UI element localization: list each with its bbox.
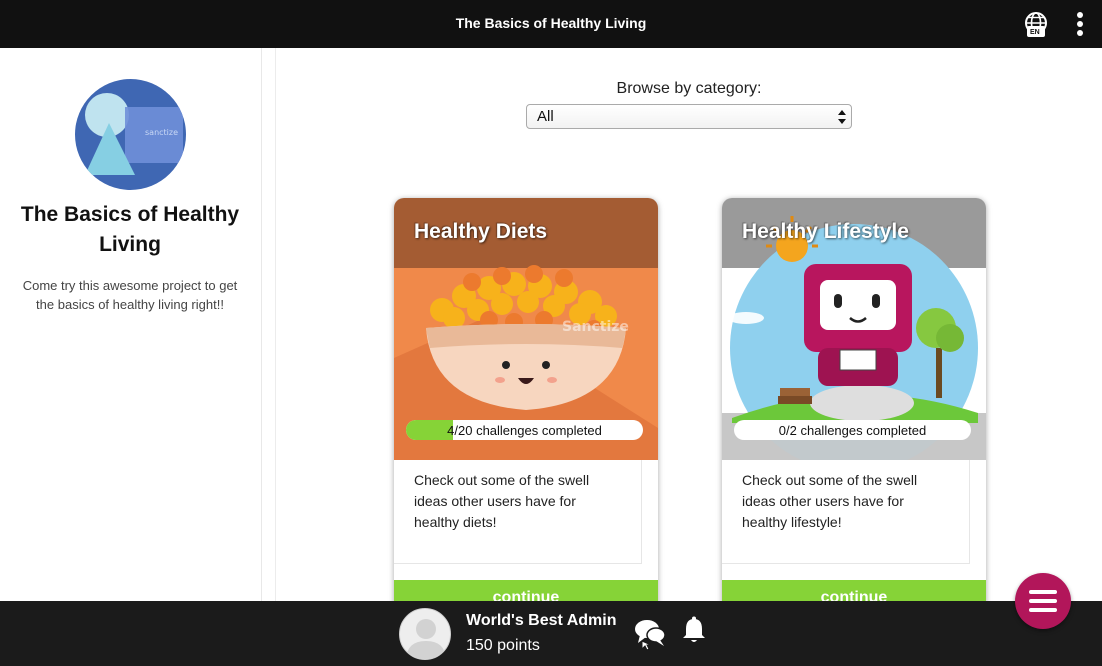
project-sidebar: sanctize The Basics of Healthy Living Co…	[0, 48, 262, 601]
project-title: The Basics of Healthy Living	[20, 203, 240, 256]
project-logo: sanctize	[75, 79, 186, 190]
app-title: The Basics of Healthy Living	[455, 15, 647, 31]
hamburger-icon-bar	[1029, 599, 1057, 603]
bell-icon[interactable]	[682, 616, 706, 644]
card-description-box: Check out some of the swell ideas other …	[722, 460, 970, 564]
browse-category-label: Browse by category:	[616, 80, 762, 97]
card-title: Healthy Lifestyle	[742, 220, 909, 243]
category-card-healthy-lifestyle[interactable]: Healthy Lifestyle 0/2 challenges complet…	[722, 198, 986, 618]
bottom-user-bar: World's Best Admin 150 points	[0, 601, 1102, 666]
language-button[interactable]: EN	[1022, 11, 1050, 39]
project-description: Come try this awesome project to get the…	[22, 278, 238, 312]
challenge-progress-bar: 4/20 challenges completed	[406, 420, 643, 440]
category-select[interactable]: All	[526, 104, 852, 129]
svg-text:sanctize: sanctize	[145, 128, 178, 137]
card-description: Check out some of the swell ideas other …	[742, 472, 918, 530]
svg-text:Sanctize: Sanctize	[562, 319, 629, 335]
card-description-box: Check out some of the swell ideas other …	[394, 460, 642, 564]
avatar[interactable]	[399, 608, 451, 660]
hamburger-icon	[1029, 590, 1057, 594]
progress-text: 0/2 challenges completed	[778, 423, 927, 438]
content-divider	[275, 48, 276, 601]
language-code: EN	[1030, 29, 1040, 36]
category-select-value: All	[537, 108, 554, 125]
challenge-progress-bar: 0/2 challenges completed	[734, 420, 971, 440]
card-title: Healthy Diets	[414, 220, 548, 243]
card-description: Check out some of the swell ideas other …	[414, 472, 590, 530]
hamburger-icon-bar	[1029, 608, 1057, 612]
kebab-menu-icon[interactable]	[1072, 12, 1088, 38]
user-points: 150 points	[466, 637, 540, 654]
user-name: World's Best Admin	[466, 612, 617, 629]
chat-icon[interactable]	[634, 617, 666, 651]
main-menu-fab[interactable]	[1015, 573, 1071, 629]
progress-text: 4/20 challenges completed	[447, 423, 602, 438]
top-app-bar: The Basics of Healthy Living EN	[0, 0, 1102, 48]
category-card-healthy-diets[interactable]: Sanctize Healthy Diets 4/20 challenges c…	[394, 198, 658, 618]
select-arrows-icon	[838, 110, 846, 124]
user-placeholder-icon	[406, 619, 446, 659]
